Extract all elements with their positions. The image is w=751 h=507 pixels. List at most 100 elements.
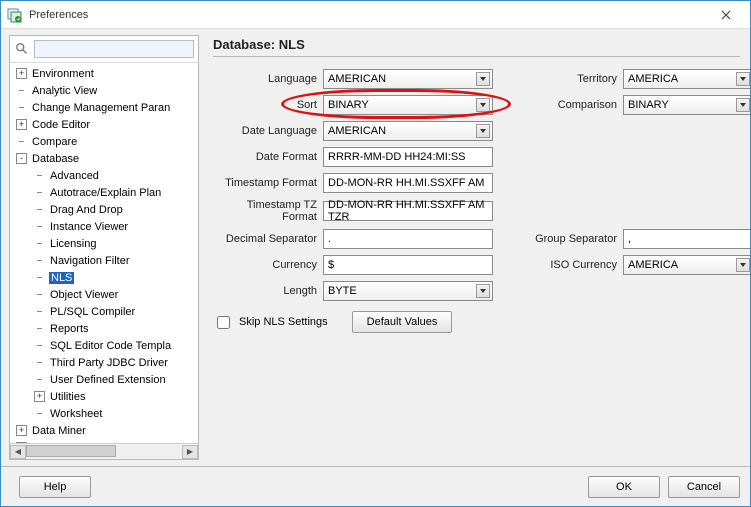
tree-item[interactable]: + Code Editor [12,116,198,133]
sort-select[interactable]: BINARY [323,95,493,115]
territory-value: AMERICA [628,73,678,85]
chevron-down-icon [476,72,490,86]
tree-item[interactable]: Drag And Drop [12,201,198,218]
skip-nls-row: Skip NLS Settings Default Values [213,311,740,333]
tree-item[interactable]: User Defined Extension [12,371,198,388]
tree-leaf-icon [34,187,45,198]
tree-item[interactable]: Reports [12,320,198,337]
expand-icon[interactable]: + [16,68,27,79]
title-bar: Preferences [1,1,750,29]
tree-leaf-icon [34,204,45,215]
group-separator-input[interactable]: , [623,229,750,249]
nls-form: Language AMERICAN Territory AMERICA Sort… [213,69,740,301]
default-values-button[interactable]: Default Values [352,311,453,333]
iso-currency-select[interactable]: AMERICA [623,255,750,275]
cancel-label: Cancel [687,481,721,493]
tree-item[interactable]: Autotrace/Explain Plan [12,184,198,201]
window-title: Preferences [29,9,708,21]
tree-item-label: Change Management Paran [31,102,171,114]
tree-item-label: Licensing [49,238,97,250]
tree-item[interactable]: Compare [12,133,198,150]
length-select[interactable]: BYTE [323,281,493,301]
label-length: Length [213,285,323,297]
chevron-down-icon [476,124,490,138]
right-pane: Database: NLS Language AMERICAN Territor… [203,29,750,466]
date-language-select[interactable]: AMERICAN [323,121,493,141]
comparison-select[interactable]: BINARY [623,95,750,115]
scroll-right-arrow[interactable]: ▶ [182,445,198,459]
tree-item[interactable]: +Utilities [12,388,198,405]
tree-item-label: Third Party JDBC Driver [49,357,169,369]
comparison-value: BINARY [628,99,669,111]
timestamp-tz-format-input[interactable]: DD-MON-RR HH.MI.SSXFF AM TZR [323,201,493,221]
tree-leaf-icon [34,357,45,368]
ok-label: OK [616,481,632,493]
tree-item-label: Environment [31,68,95,80]
tree-item[interactable]: PL/SQL Compiler [12,303,198,320]
help-button[interactable]: Help [19,476,91,498]
tree-item[interactable]: +Data Miner [12,422,198,439]
tree-item[interactable]: Object Viewer [12,286,198,303]
tree-leaf-icon [34,408,45,419]
close-button[interactable] [708,5,744,25]
tree-item[interactable]: Licensing [12,235,198,252]
sort-value: BINARY [328,99,369,111]
tree-item-label: SQL Editor Code Templa [49,340,172,352]
currency-input[interactable]: $ [323,255,493,275]
length-value: BYTE [328,285,357,297]
tree-leaf-icon [34,170,45,181]
tree-leaf-icon [34,255,45,266]
chevron-down-icon [736,98,750,112]
chevron-down-icon [476,98,490,112]
label-date-format: Date Format [213,151,323,163]
app-icon [7,7,23,23]
iso-currency-value: AMERICA [628,259,678,271]
footer: Help OK Cancel [1,466,750,506]
collapse-icon[interactable]: - [16,153,27,164]
tree-item[interactable]: Advanced [12,167,198,184]
label-sort: Sort [213,99,323,111]
tree-item[interactable]: Instance Viewer [12,218,198,235]
expand-icon[interactable]: + [34,391,45,402]
tree-leaf-icon [34,289,45,300]
tree-item[interactable]: Worksheet [12,405,198,422]
label-currency: Currency [213,259,323,271]
skip-nls-label: Skip NLS Settings [239,316,328,328]
scroll-track[interactable] [26,445,182,459]
tree-horizontal-scrollbar[interactable]: ◀ ▶ [10,443,198,459]
search-input[interactable] [34,40,194,58]
tree-item[interactable]: Change Management Paran [12,99,198,116]
tree-item-label: Instance Viewer [49,221,129,233]
tree-item-label: Analytic View [31,85,98,97]
tree-item-label: Object Viewer [49,289,119,301]
scroll-thumb[interactable] [26,445,116,457]
expand-icon[interactable]: + [16,425,27,436]
tree-leaf-icon [34,306,45,317]
tree-item-label: Code Editor [31,119,91,131]
tree-leaf-icon [34,272,45,283]
ok-button[interactable]: OK [588,476,660,498]
tree-item[interactable]: Navigation Filter [12,252,198,269]
tree-item[interactable]: NLS [12,269,198,286]
tree-item[interactable]: SQL Editor Code Templa [12,337,198,354]
cancel-button[interactable]: Cancel [668,476,740,498]
territory-select[interactable]: AMERICA [623,69,750,89]
scroll-left-arrow[interactable]: ◀ [10,445,26,459]
language-select[interactable]: AMERICAN [323,69,493,89]
date-format-input[interactable]: RRRR-MM-DD HH24:MI:SS [323,147,493,167]
tree-item[interactable]: -Database [12,150,198,167]
timestamp-tz-format-value: DD-MON-RR HH.MI.SSXFF AM TZR [328,199,488,223]
preferences-tree[interactable]: + Environment Analytic View Change Manageme… [10,63,198,443]
tree-item[interactable]: Analytic View [12,82,198,99]
decimal-separator-value: . [328,233,331,245]
search-icon [14,41,30,57]
group-separator-value: , [628,233,631,245]
timestamp-format-input[interactable]: DD-MON-RR HH.MI.SSXFF AM [323,173,493,193]
default-values-label: Default Values [367,316,438,328]
label-date-language: Date Language [213,125,323,137]
decimal-separator-input[interactable]: . [323,229,493,249]
skip-nls-checkbox[interactable] [217,316,230,329]
expand-icon[interactable]: + [16,119,27,130]
tree-item[interactable]: Third Party JDBC Driver [12,354,198,371]
tree-item[interactable]: + Environment [12,65,198,82]
